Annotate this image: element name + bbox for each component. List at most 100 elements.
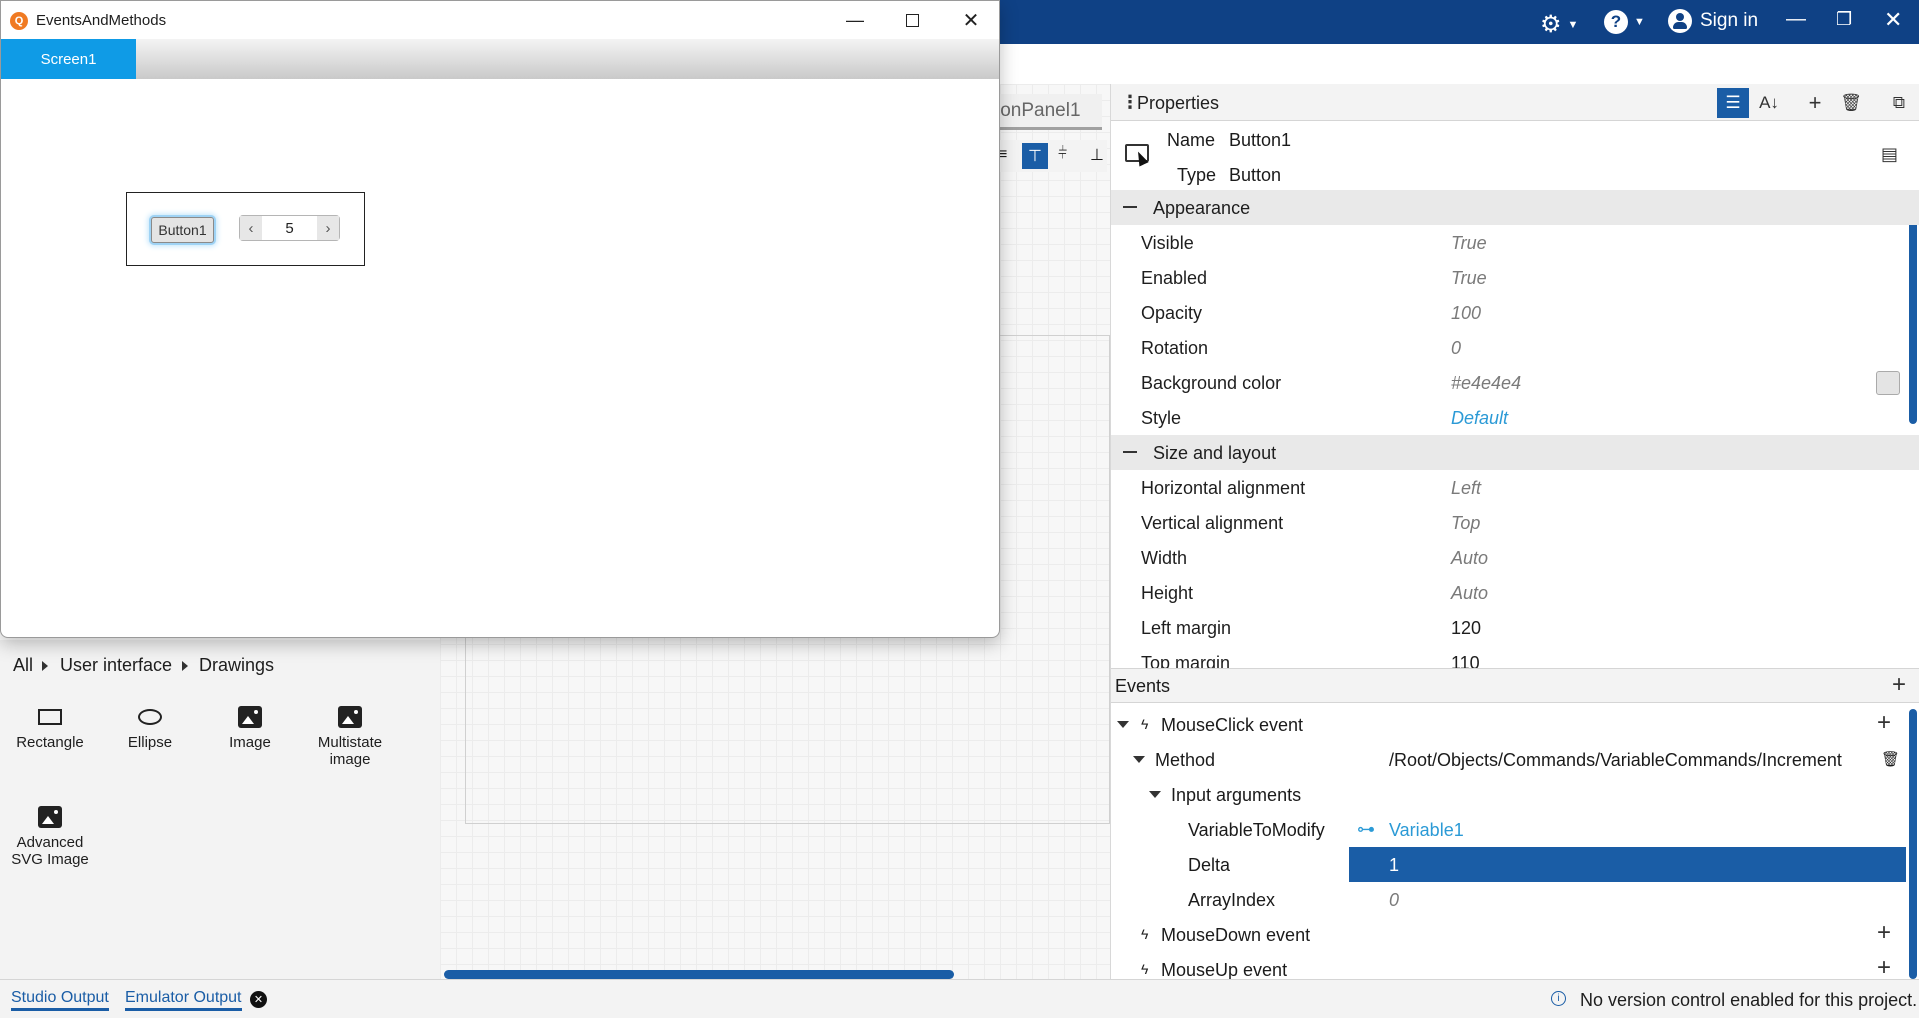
expand-caret-icon[interactable] <box>1133 756 1145 763</box>
prop-row-enabled[interactable]: Enabled True <box>1111 260 1906 295</box>
event-bolt-icon: ϟ <box>1141 926 1149 942</box>
studio-close-button[interactable]: ✕ <box>1884 7 1902 33</box>
event-row-mousedown[interactable]: ϟ MouseDown event + <box>1111 917 1906 952</box>
prop-row-width[interactable]: Width Auto <box>1111 540 1906 575</box>
argument-row-delta[interactable]: Delta 1 <box>1111 847 1906 882</box>
prop-row-horizontal-alignment[interactable]: Horizontal alignment Left <box>1111 470 1906 505</box>
breadcrumb-drawings[interactable]: Drawings <box>199 655 274 676</box>
prop-row-left-margin[interactable]: Left margin 120 <box>1111 610 1906 645</box>
prop-value[interactable]: True <box>1451 233 1487 254</box>
prop-value[interactable]: Default <box>1451 408 1508 429</box>
canvas-horizontal-scrollbar[interactable] <box>444 970 954 979</box>
argument-value[interactable]: 1 <box>1389 855 1399 876</box>
studio-minimize-button[interactable]: — <box>1786 8 1806 31</box>
delta-value-editor[interactable]: 1 <box>1349 847 1906 882</box>
input-arguments-row[interactable]: Input arguments <box>1111 777 1906 812</box>
library-item-rectangle[interactable]: Rectangle <box>0 700 100 751</box>
tab-screen1[interactable]: Screen1 <box>1 39 136 79</box>
prop-value[interactable]: 0 <box>1451 338 1461 359</box>
prop-row-rotation[interactable]: Rotation 0 <box>1111 330 1906 365</box>
help-menu[interactable]: ? ▼ <box>1604 10 1645 34</box>
color-swatch[interactable] <box>1876 371 1900 395</box>
argument-value[interactable]: 0 <box>1389 890 1399 911</box>
prop-row-visible[interactable]: Visible True <box>1111 225 1906 260</box>
prop-value[interactable]: True <box>1451 268 1487 289</box>
prop-value[interactable]: #e4e4e4 <box>1451 373 1521 394</box>
expand-caret-icon[interactable] <box>1149 791 1161 798</box>
prop-value[interactable]: 100 <box>1451 303 1481 324</box>
prop-value[interactable]: Auto <box>1451 583 1488 604</box>
library-item-image[interactable]: Image <box>200 700 300 751</box>
prop-row-opacity[interactable]: Opacity 100 <box>1111 295 1906 330</box>
expand-caret-icon[interactable] <box>1117 721 1129 728</box>
name-value[interactable]: Button1 <box>1229 130 1291 151</box>
add-event-icon[interactable]: + <box>1892 671 1906 699</box>
argument-row-array-index[interactable]: ArrayIndex 0 <box>1111 882 1906 917</box>
trash-icon[interactable]: 🗑 <box>1881 750 1900 768</box>
prop-value[interactable]: 120 <box>1451 618 1481 639</box>
properties-panel: ⋮ Properties ☰ A↓ + 🗑 ⧉ Name Button1 Typ… <box>1110 84 1919 979</box>
prop-row-height[interactable]: Height Auto <box>1111 575 1906 610</box>
library-item-advanced-svg-image[interactable]: Advanced SVG Image <box>0 800 100 868</box>
chevron-left-icon[interactable]: ‹ <box>240 216 262 240</box>
prop-row-background-color[interactable]: Background color #e4e4e4 <box>1111 365 1906 400</box>
align-bottom-icon[interactable]: ⊥ <box>1090 145 1104 165</box>
align-top-icon[interactable]: ⊤ <box>1022 143 1048 169</box>
property-settings-icon[interactable]: ▤ <box>1881 144 1898 165</box>
add-method-icon[interactable]: + <box>1877 954 1891 979</box>
object-library-panel: All User interface Drawings Rectangle El… <box>0 640 440 979</box>
type-label: Type <box>1177 165 1217 185</box>
canvas-editor-tab[interactable]: ionPanel1 <box>990 94 1102 130</box>
emulator-output-tab[interactable]: Emulator Output <box>125 989 242 1011</box>
sign-in-button[interactable]: Sign in <box>1668 9 1758 33</box>
prop-row-top-margin[interactable]: Top margin 110 <box>1111 645 1906 668</box>
chevron-right-icon[interactable]: › <box>317 216 339 240</box>
add-method-icon[interactable]: + <box>1877 709 1891 737</box>
breadcrumb-all[interactable]: All <box>13 655 33 676</box>
argument-row-variable-to-modify[interactable]: VariableToModify ⊶ Variable1 <box>1111 812 1906 847</box>
breadcrumb-user-interface[interactable]: User interface <box>60 655 172 676</box>
close-button[interactable]: ✕ <box>944 7 998 33</box>
align-middle-icon[interactable]: ⫩ <box>1058 145 1067 163</box>
section-appearance[interactable]: Appearance <box>1111 190 1919 225</box>
prop-row-vertical-alignment[interactable]: Vertical alignment Top <box>1111 505 1906 540</box>
section-size-and-layout[interactable]: Size and layout <box>1111 435 1919 470</box>
spinbox[interactable]: ‹ 5 › <box>239 215 340 241</box>
properties-vertical-scrollbar[interactable] <box>1909 194 1917 424</box>
canvas-tab-label: ionPanel1 <box>996 100 1081 121</box>
events-vertical-scrollbar[interactable] <box>1909 709 1917 979</box>
gear-icon: ⚙ <box>1540 11 1562 38</box>
settings-menu[interactable]: ⚙ ▼ <box>1540 10 1578 39</box>
trash-icon[interactable]: 🗑 <box>1835 88 1867 118</box>
prop-value[interactable]: 110 <box>1451 653 1480 668</box>
method-path-value[interactable]: /Root/Objects/Commands/VariableCommands/… <box>1389 750 1842 771</box>
prop-value[interactable]: Top <box>1451 513 1480 534</box>
button1[interactable]: Button1 <box>151 217 214 243</box>
prop-value[interactable]: Left <box>1451 478 1481 499</box>
prop-label: Style <box>1141 408 1182 428</box>
library-item-ellipse[interactable]: Ellipse <box>100 700 200 751</box>
add-method-icon[interactable]: + <box>1877 919 1891 947</box>
sign-in-label: Sign in <box>1700 10 1759 31</box>
minimize-button[interactable]: — <box>828 7 882 33</box>
prop-value[interactable]: Auto <box>1451 548 1488 569</box>
spinbox-value[interactable]: 5 <box>262 216 317 240</box>
maximize-button[interactable] <box>885 7 939 33</box>
emulator-title-bar[interactable]: Q EventsAndMethods — ✕ <box>1 1 999 39</box>
sort-alphabetical-icon[interactable]: A↓ <box>1753 88 1785 118</box>
close-icon[interactable]: ✕ <box>250 991 267 1008</box>
image-icon <box>238 706 262 728</box>
event-row-mouseup[interactable]: ϟ MouseUp event + <box>1111 952 1906 979</box>
library-item-multistate-image[interactable]: Multistate image <box>300 700 400 768</box>
add-icon[interactable]: + <box>1799 88 1831 118</box>
event-row-mouseclick[interactable]: ϟ MouseClick event + <box>1111 707 1906 742</box>
sort-by-category-icon[interactable]: ☰ <box>1717 88 1749 118</box>
link-icon[interactable]: ⊶ <box>1357 819 1375 840</box>
method-row[interactable]: Method /Root/Objects/Commands/VariableCo… <box>1111 742 1906 777</box>
prop-label: Height <box>1141 583 1194 603</box>
open-in-window-icon[interactable]: ⧉ <box>1883 88 1915 118</box>
studio-restore-button[interactable]: ❐ <box>1836 9 1852 30</box>
argument-value[interactable]: Variable1 <box>1389 820 1464 841</box>
prop-row-style[interactable]: Style Default <box>1111 400 1906 435</box>
studio-output-tab[interactable]: Studio Output <box>11 989 109 1011</box>
